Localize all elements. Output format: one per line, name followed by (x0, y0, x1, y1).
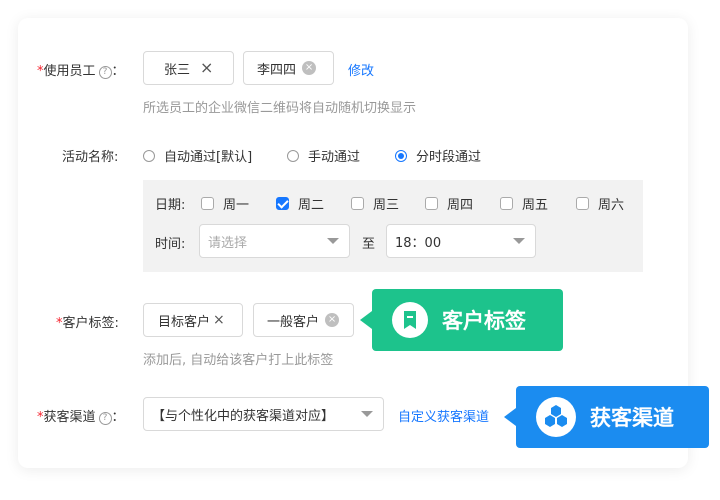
staff-label-text: 使用员工 (43, 64, 96, 79)
checkbox[interactable] (425, 197, 438, 210)
checkbox-checked[interactable] (276, 197, 289, 210)
customer-tags-callout: 客户标签 (360, 289, 563, 351)
channel-select[interactable]: 【与个性化中的获客渠道对应】 (143, 397, 384, 431)
day-label: 周六 (598, 198, 625, 213)
staff-tag-label: 张三 (164, 62, 191, 78)
staff-tag[interactable]: 张三 × (143, 51, 234, 85)
day-checkbox-mon[interactable]: 周一 (201, 194, 249, 213)
customer-tags-label-text: 客户标签: (62, 316, 119, 331)
to-label: 至 (362, 237, 376, 252)
checkbox[interactable] (201, 197, 214, 210)
staff-tag-label: 李四四 (257, 62, 297, 78)
staff-hint: 所选员工的企业微信二维码将自动随机切换显示 (143, 101, 417, 116)
radio-auto[interactable]: 自动通过[默认] (143, 146, 252, 165)
day-label: 周三 (373, 198, 400, 213)
clear-circle-icon[interactable]: × (325, 313, 340, 327)
day-checkbox-sat[interactable]: 周六 (576, 194, 624, 213)
customer-tag-label: 目标客户 (158, 314, 211, 330)
radio-circle-selected[interactable] (395, 149, 407, 162)
close-icon[interactable]: × (200, 60, 213, 76)
radio-label: 自动通过[默认] (164, 150, 253, 165)
radio-timed[interactable]: 分时段通过 (395, 146, 481, 165)
radio-label: 分时段通过 (416, 150, 482, 165)
radio-circle[interactable] (143, 149, 155, 162)
customer-tags-hint: 添加后, 自动给该客户打上此标签 (143, 353, 334, 368)
end-time-value: 18：00 (395, 235, 442, 251)
radio-manual[interactable]: 手动通过 (287, 146, 360, 165)
start-time-placeholder: 请选择 (208, 235, 248, 251)
channel-callout: 获客渠道 (504, 386, 709, 448)
clear-circle-icon[interactable]: × (302, 61, 317, 75)
callout-text: 客户标签 (442, 309, 526, 333)
day-label: 周五 (522, 198, 549, 213)
channel-label-text: 获客渠道 (43, 410, 96, 425)
customer-tag[interactable]: 目标客户 × (143, 303, 243, 337)
date-label: 日期: (155, 198, 186, 213)
custom-channel-link[interactable]: 自定义获客渠道 (398, 406, 489, 425)
day-checkbox-wed[interactable]: 周三 (351, 194, 399, 213)
end-time-select[interactable]: 18：00 (386, 224, 536, 258)
day-label: 周二 (298, 198, 325, 213)
staff-label: *使用员工?： (37, 64, 125, 79)
checkbox[interactable] (351, 197, 364, 210)
staff-tag[interactable]: 李四四 × (243, 51, 334, 85)
day-label: 周四 (447, 198, 474, 213)
radio-label: 手动通过 (308, 150, 361, 165)
day-checkbox-tue[interactable]: 周二 (276, 194, 324, 213)
callout-arrow (360, 311, 372, 329)
chevron-down-icon (327, 238, 339, 244)
callout-arrow (504, 408, 516, 426)
customer-tag-label: 一般客户 (267, 314, 320, 330)
checkbox[interactable] (576, 197, 589, 210)
customer-tags-label: *客户标签: (56, 312, 119, 331)
day-checkbox-fri[interactable]: 周五 (500, 194, 548, 213)
help-icon[interactable]: ? (98, 66, 112, 79)
close-icon[interactable]: × (213, 313, 225, 327)
day-label: 周一 (223, 198, 250, 213)
day-checkbox-thu[interactable]: 周四 (425, 194, 473, 213)
help-icon[interactable]: ? (98, 412, 112, 425)
customer-tag[interactable]: 一般客户 × (253, 303, 354, 337)
start-time-select[interactable]: 请选择 (199, 224, 350, 258)
bookmark-icon (392, 302, 428, 338)
chevron-down-icon (361, 411, 373, 417)
channel-select-value: 【与个性化中的获客渠道对应】 (152, 408, 335, 424)
activity-label: 活动名称: (62, 150, 119, 165)
channel-label: *获客渠道?： (37, 410, 125, 425)
cubes-icon (536, 397, 576, 437)
time-label: 时间: (155, 237, 186, 252)
radio-circle[interactable] (287, 149, 299, 162)
callout-text: 获客渠道 (590, 406, 674, 430)
checkbox[interactable] (500, 197, 513, 210)
chevron-down-icon (513, 238, 525, 244)
edit-staff-link[interactable]: 修改 (348, 60, 374, 79)
